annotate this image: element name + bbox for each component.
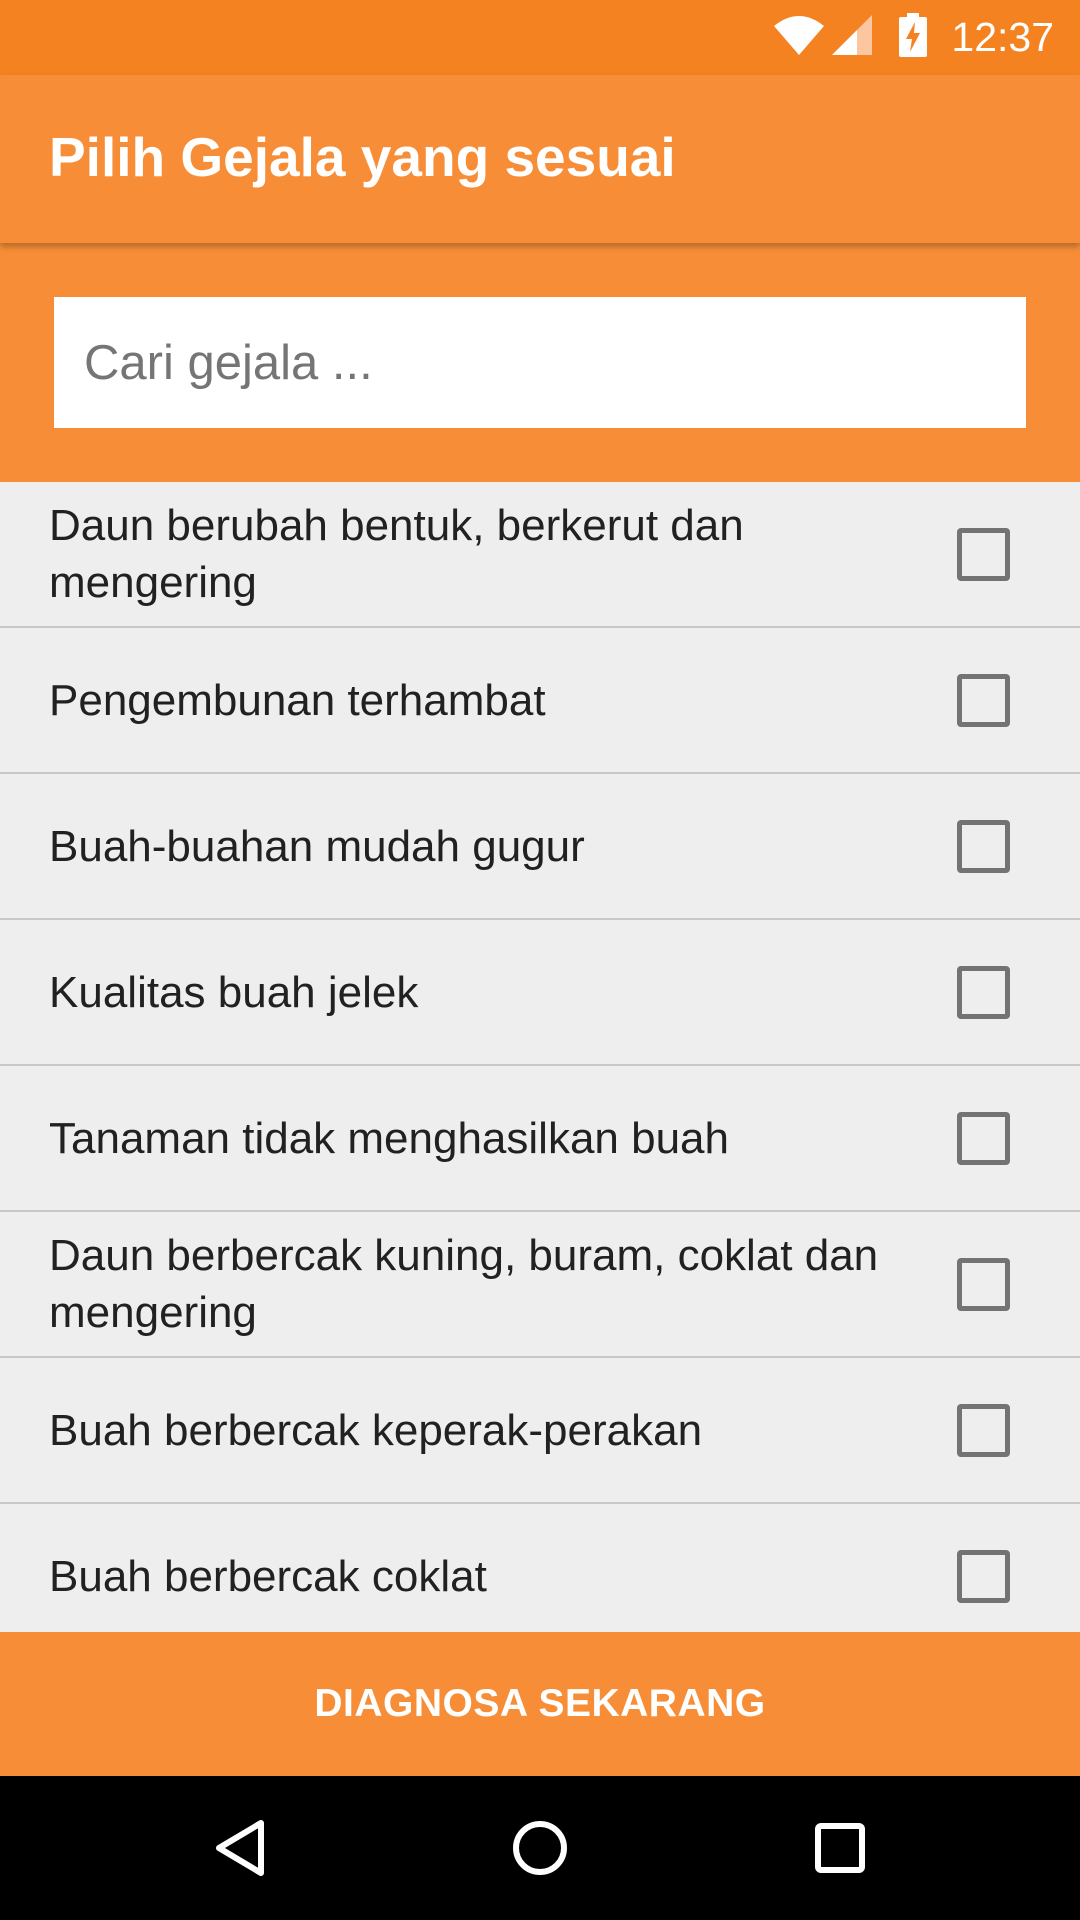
- list-item[interactable]: Buah berbercak keperak-perakan: [0, 1358, 1080, 1504]
- wifi-icon: [773, 14, 825, 61]
- recents-icon[interactable]: [805, 1813, 875, 1883]
- symptom-checkbox[interactable]: [957, 528, 1010, 581]
- back-icon[interactable]: [205, 1813, 275, 1883]
- cell-signal-icon: [831, 14, 873, 61]
- search-input[interactable]: Cari gejala ...: [54, 297, 1026, 428]
- status-time: 12:37: [951, 14, 1054, 60]
- symptom-checkbox[interactable]: [957, 1112, 1010, 1165]
- list-item[interactable]: Pengembunan terhambat: [0, 628, 1080, 774]
- list-item[interactable]: Buah-buahan mudah gugur: [0, 774, 1080, 920]
- search-area: Cari gejala ...: [0, 243, 1080, 482]
- app-bar: Pilih Gejala yang sesuai: [0, 75, 1080, 243]
- symptom-checkbox[interactable]: [957, 1404, 1010, 1457]
- symptom-checkbox[interactable]: [957, 1550, 1010, 1603]
- list-item[interactable]: Buah berbercak coklat: [0, 1504, 1080, 1632]
- symptom-label: Daun berubah bentuk, berkerut dan menger…: [49, 501, 744, 607]
- navigation-bar: [0, 1776, 1080, 1920]
- symptom-label: Pengembunan terhambat: [49, 675, 546, 725]
- symptom-checkbox[interactable]: [957, 674, 1010, 727]
- symptom-label: Daun berbercak kuning, buram, coklat dan…: [49, 1231, 879, 1337]
- search-placeholder: Cari gejala ...: [84, 335, 373, 390]
- symptom-list[interactable]: Daun berubah bentuk, berkerut dan menger…: [0, 482, 1080, 1632]
- diagnose-button-label: DIAGNOSA SEKARANG: [314, 1682, 766, 1725]
- page-title: Pilih Gejala yang sesuai: [49, 126, 676, 188]
- list-item[interactable]: Daun berbercak kuning, buram, coklat dan…: [0, 1212, 1080, 1358]
- list-item[interactable]: Tanaman tidak menghasilkan buah: [0, 1066, 1080, 1212]
- symptom-checkbox[interactable]: [957, 1258, 1010, 1311]
- diagnose-button[interactable]: DIAGNOSA SEKARANG: [0, 1632, 1080, 1776]
- home-icon[interactable]: [505, 1813, 575, 1883]
- symptom-checkbox[interactable]: [957, 966, 1010, 1019]
- status-bar: 12:37: [0, 0, 1080, 75]
- symptom-label: Kualitas buah jelek: [49, 967, 419, 1017]
- list-item[interactable]: Daun berubah bentuk, berkerut dan menger…: [0, 482, 1080, 628]
- symptom-label: Buah berbercak coklat: [49, 1551, 487, 1601]
- symptom-label: Buah-buahan mudah gugur: [49, 821, 585, 871]
- symptom-checkbox[interactable]: [957, 820, 1010, 873]
- list-item[interactable]: Kualitas buah jelek: [0, 920, 1080, 1066]
- symptom-label: Tanaman tidak menghasilkan buah: [49, 1113, 730, 1163]
- battery-charging-icon: [899, 13, 928, 62]
- symptom-label: Buah berbercak keperak-perakan: [49, 1405, 703, 1455]
